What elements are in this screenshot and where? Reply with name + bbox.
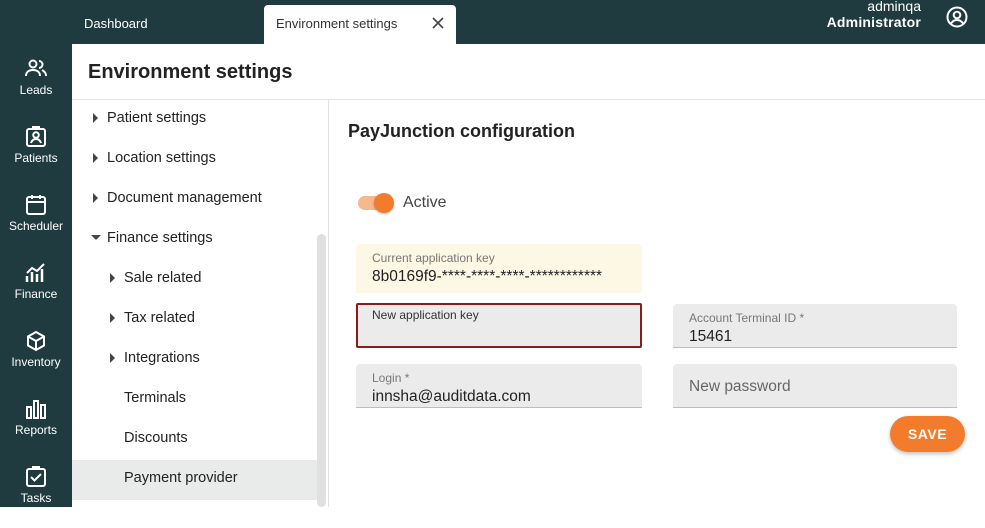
active-toggle[interactable] bbox=[356, 193, 396, 213]
account-icon[interactable] bbox=[945, 5, 969, 29]
nav-rail: Leads Patients Scheduler Finance Invento… bbox=[0, 0, 72, 507]
nav-label: Reports bbox=[14, 423, 58, 437]
tree-item-label: Terminals bbox=[124, 390, 187, 406]
new-application-key-field[interactable]: New application key bbox=[356, 303, 642, 348]
field-value: 8b0169f9-****-****-****-************ bbox=[372, 268, 603, 285]
nav-item-scheduler[interactable]: Scheduler bbox=[0, 194, 72, 256]
chevron-right-icon bbox=[93, 113, 98, 123]
nav-item-leads[interactable]: Leads bbox=[0, 58, 72, 120]
tree-item-location-settings[interactable]: Location settings bbox=[72, 140, 317, 180]
tree-item-finance-settings[interactable]: Finance settings bbox=[72, 220, 317, 260]
tree-item-label: Discounts bbox=[124, 430, 188, 446]
close-icon[interactable] bbox=[430, 15, 446, 31]
tree-item-label: Sale related bbox=[124, 270, 202, 286]
settings-tree: Patient settings Location settings Docum… bbox=[72, 100, 329, 507]
patients-icon bbox=[26, 126, 46, 147]
field-value: 15461 bbox=[689, 328, 733, 345]
tree-scrollbar[interactable] bbox=[317, 234, 326, 507]
tree-item-discounts[interactable]: Discounts bbox=[72, 420, 317, 460]
tree-item-terminals[interactable]: Terminals bbox=[72, 380, 317, 420]
nav-item-finance[interactable]: Finance bbox=[0, 262, 72, 324]
tree-item-sale-related[interactable]: Sale related bbox=[72, 260, 317, 300]
finance-icon bbox=[25, 263, 45, 282]
new-password-field[interactable]: New password bbox=[673, 364, 957, 408]
nav-item-reports[interactable]: Reports bbox=[0, 398, 72, 460]
nav-label: Scheduler bbox=[8, 219, 64, 233]
tree-item-label: Integrations bbox=[124, 350, 200, 366]
tree-item-patient-settings[interactable]: Patient settings bbox=[72, 100, 317, 140]
tab-dashboard[interactable]: Dashboard bbox=[84, 16, 148, 31]
nav-label: Finance bbox=[14, 287, 58, 301]
tree-item-label: Tax related bbox=[124, 310, 195, 326]
field-label: New application key bbox=[372, 308, 479, 322]
tab-label: Environment settings bbox=[276, 16, 398, 31]
field-value: innsha@auditdata.com bbox=[372, 388, 531, 405]
nav-label: Inventory bbox=[11, 355, 61, 369]
field-placeholder: New password bbox=[689, 378, 791, 395]
reports-icon bbox=[26, 400, 46, 419]
chevron-right-icon bbox=[110, 353, 115, 363]
nav-item-inventory[interactable]: Inventory bbox=[0, 330, 72, 392]
tree-item-label: Payment provider bbox=[124, 470, 238, 486]
page-title: Environment settings bbox=[88, 61, 293, 83]
tree-item-label: Document management bbox=[107, 190, 262, 206]
section-title: PayJunction configuration bbox=[348, 121, 576, 141]
current-application-key-field: Current application key 8b0169f9-****-**… bbox=[356, 244, 642, 293]
tree-item-document-management[interactable]: Document management bbox=[72, 180, 317, 220]
inventory-icon bbox=[27, 330, 45, 352]
tree-item-label: Location settings bbox=[107, 150, 216, 166]
chevron-right-icon bbox=[110, 273, 115, 283]
save-button[interactable]: SAVE bbox=[890, 416, 965, 452]
active-label: Active bbox=[403, 194, 447, 211]
field-label: Account Terminal ID * bbox=[689, 311, 805, 325]
field-label: Current application key bbox=[372, 251, 495, 265]
user-role: Administrator bbox=[826, 14, 921, 30]
tree-item-label: Patient settings bbox=[107, 110, 207, 126]
chevron-right-icon bbox=[93, 153, 98, 163]
tree-item-payment-provider[interactable]: Payment provider bbox=[72, 460, 317, 500]
account-terminal-id-field[interactable]: Account Terminal ID * 15461 bbox=[673, 304, 957, 348]
nav-label: Patients bbox=[14, 151, 58, 165]
nav-item-patients[interactable]: Patients bbox=[0, 126, 72, 188]
tree-item-label: Finance settings bbox=[107, 230, 213, 246]
field-label: Login * bbox=[372, 371, 410, 385]
nav-item-tasks[interactable]: Tasks bbox=[0, 466, 72, 528]
chevron-right-icon bbox=[93, 193, 98, 203]
leads-icon bbox=[25, 59, 47, 77]
tree-item-tax-related[interactable]: Tax related bbox=[72, 300, 317, 340]
user-name: adminqa bbox=[867, 0, 921, 14]
login-field[interactable]: Login * innsha@auditdata.com bbox=[356, 364, 642, 408]
chevron-right-icon bbox=[110, 313, 115, 323]
tasks-icon bbox=[26, 466, 46, 487]
tab-environment-settings[interactable]: Environment settings bbox=[264, 5, 456, 44]
toggle-thumb bbox=[374, 193, 394, 213]
tree-item-integrations[interactable]: Integrations bbox=[72, 340, 317, 380]
scheduler-icon bbox=[26, 195, 46, 215]
nav-label: Tasks bbox=[20, 491, 52, 505]
nav-label: Leads bbox=[19, 83, 53, 97]
chevron-down-icon bbox=[91, 235, 101, 240]
top-bar: Dashboard Environment settings adminqa A… bbox=[72, 0, 985, 44]
